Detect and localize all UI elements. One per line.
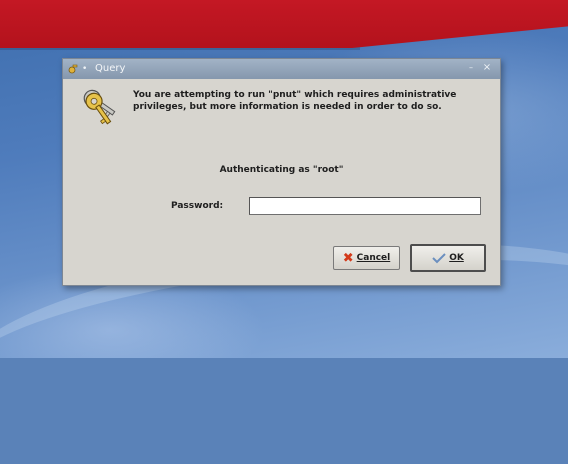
ok-button-label: OK [449,253,464,263]
keys-icon [83,89,116,125]
close-icon[interactable]: × [481,61,493,75]
x-icon: ✖ [342,250,354,266]
sudo-dialog: • Query – × You are attempting to run "p… [62,58,501,286]
auth-user-text: Authenticating as "root" [219,165,344,175]
dialog-message: You are attempting to run "pnut" which r… [133,90,457,112]
password-label: Password: [171,201,224,211]
cancel-button[interactable]: ✖ Cancel [333,246,400,270]
cancel-button-label: Cancel [356,253,391,263]
pin-icon[interactable]: • [82,62,94,76]
password-field[interactable] [249,197,481,215]
app-icon[interactable] [67,63,79,75]
check-icon [432,253,446,264]
minimize-icon[interactable]: – [465,61,477,75]
titlebar[interactable]: • Query – × [63,59,500,79]
window-title: Query [95,63,126,74]
ok-button[interactable]: OK [410,244,486,272]
